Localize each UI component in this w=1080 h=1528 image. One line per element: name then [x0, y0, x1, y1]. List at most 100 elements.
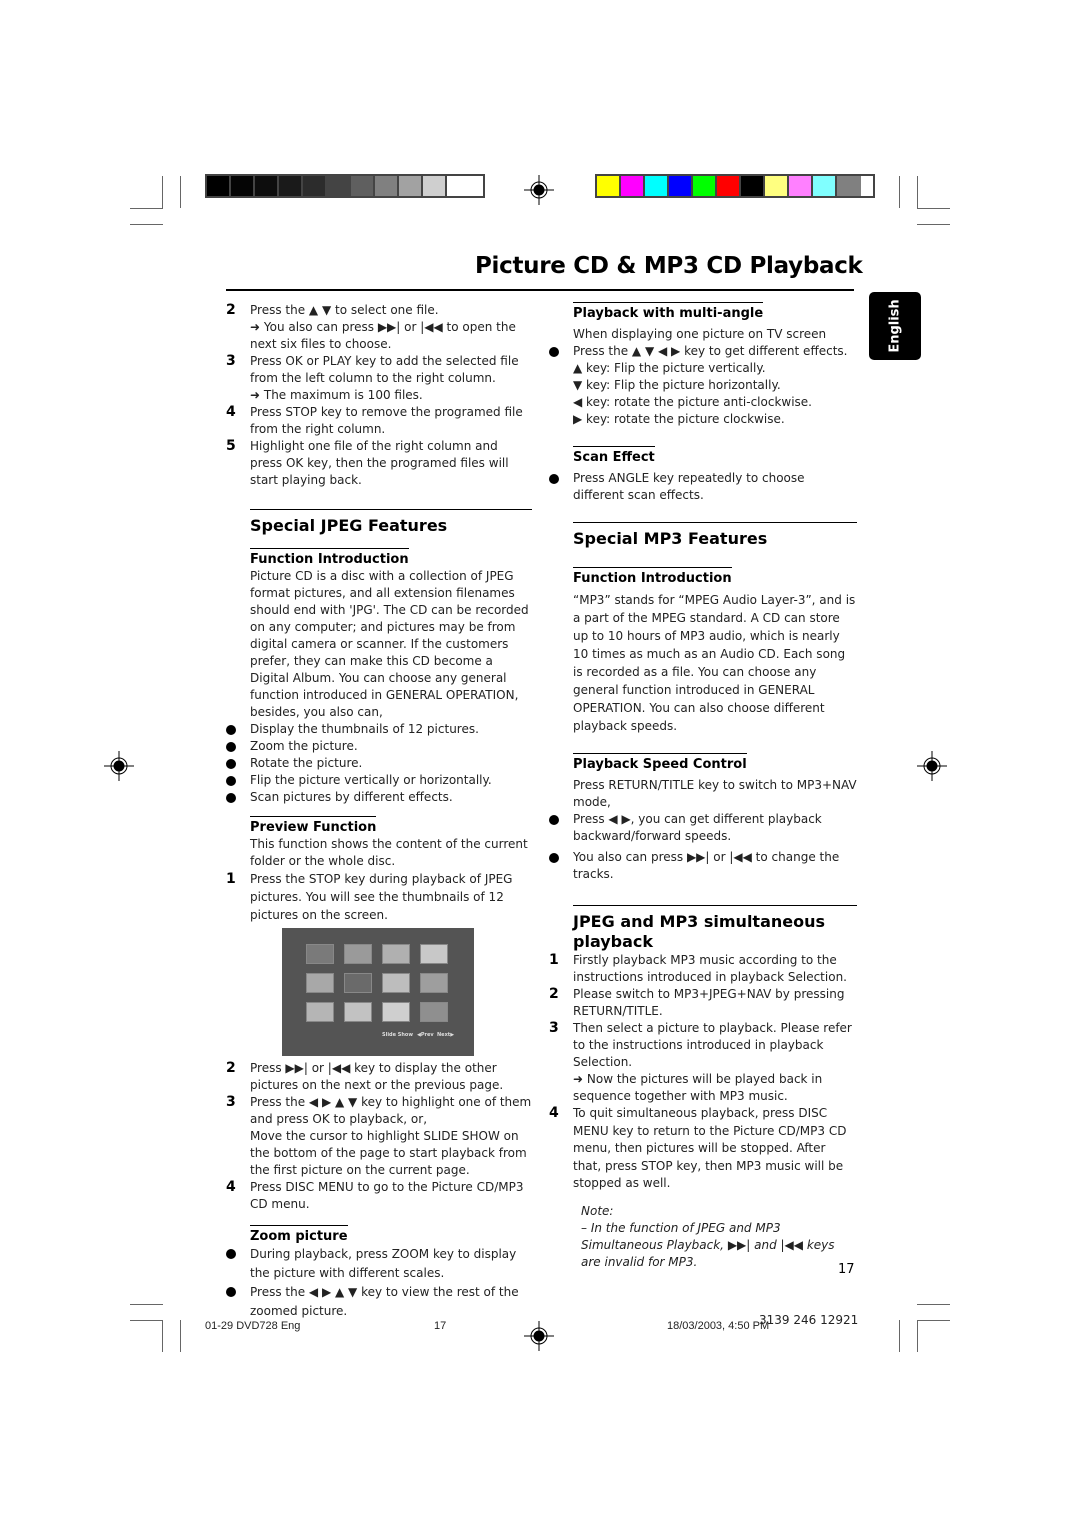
step-number: 1: [226, 871, 236, 887]
step-item: 4 Press STOP key to remove the programed …: [226, 404, 532, 438]
note-text: – In the function of JPEG and MP3 Simult…: [581, 1220, 835, 1269]
section-heading-jpeg: Special JPEG Features: [250, 509, 532, 536]
bullet-icon: [549, 853, 559, 863]
color-swatch: [669, 176, 693, 196]
step-text: Press the ▲ ▼ to select one file.: [250, 303, 439, 317]
step-text: Highlight one file of the right column a…: [250, 439, 509, 487]
crop-mark: [917, 1304, 950, 1305]
bullet-icon: [226, 742, 236, 752]
bullet-text: Scan pictures by different effects.: [250, 790, 453, 804]
step-text: Press the STOP key during playback of JP…: [250, 872, 513, 922]
registration-target-icon: [917, 751, 947, 781]
step-text: To quit simultaneous playback, press DIS…: [573, 1106, 847, 1190]
step-number: 1: [549, 952, 559, 968]
bullet-item: Press the ▲ ▼ ◀ ▶ key to get different e…: [549, 343, 857, 360]
section-heading-mp3: Special MP3 Features: [573, 522, 857, 549]
color-swatch: [375, 176, 399, 196]
crop-mark: [162, 176, 163, 208]
color-swatch: [645, 176, 669, 196]
subheading-preview: Preview Function: [250, 816, 377, 836]
step-number: 3: [549, 1020, 559, 1036]
step-number: 4: [549, 1105, 559, 1121]
bullet-text: During playback, press ZOOM key to displ…: [250, 1247, 517, 1280]
preview-text: This function shows the content of the c…: [250, 837, 528, 868]
bullet-icon: [549, 474, 559, 484]
bullet-item: Flip the picture vertically or horizonta…: [226, 772, 532, 789]
crop-mark: [180, 1320, 181, 1352]
color-calibration-strip: [595, 174, 875, 198]
step-item: 2 Please switch to MP3+JPEG+NAV by pressi…: [549, 986, 857, 1020]
bullet-item: You also can press ▶▶| or |◀◀ to change …: [549, 849, 857, 883]
page-title: Picture CD & MP3 CD Playback: [475, 253, 863, 279]
bullet-text: Flip the picture vertically or horizonta…: [250, 773, 492, 787]
bullet-icon: [549, 347, 559, 357]
step-text: Press STOP key to remove the programed f…: [250, 405, 523, 436]
crop-mark: [180, 176, 181, 208]
step-item: 4 To quit simultaneous playback, press DI…: [549, 1105, 857, 1193]
slide-show-label: Slide Show: [382, 1032, 413, 1038]
bullet-item: Display the thumbnails of 12 pictures.: [226, 721, 532, 738]
crop-mark: [162, 1320, 163, 1352]
step-text: Firstly playback MP3 music according to …: [573, 953, 847, 984]
color-swatch: [789, 176, 813, 196]
right-column: Playback with multi-angle When displayin…: [549, 302, 857, 1271]
color-swatch: [741, 176, 765, 196]
step-number: 4: [226, 1179, 236, 1195]
next-label: Next▶: [437, 1032, 455, 1038]
key-description: ▼ key: Flip the picture horizontally.: [573, 378, 781, 392]
page-number: 17: [838, 1262, 855, 1277]
thumbnail: [306, 1002, 334, 1022]
color-swatch: [255, 176, 279, 196]
key-description: ◀ key: rotate the picture anti-clockwise…: [573, 395, 812, 409]
color-swatch: [207, 176, 231, 196]
bullet-text: Press ◀ ▶, you can get different playbac…: [573, 812, 822, 843]
bullet-item: Scan pictures by different effects.: [226, 789, 532, 806]
color-swatch: [303, 176, 327, 196]
step-item: 2 Press the ▲ ▼ to select one file. ➜ You …: [226, 302, 532, 353]
bullet-item: Zoom the picture.: [226, 738, 532, 755]
bullet-item: Press ANGLE key repeatedly to choose dif…: [549, 470, 857, 504]
color-swatch: [717, 176, 741, 196]
subheading-function-intro: Function Introduction: [250, 548, 409, 568]
bullet-text: You also can press ▶▶| or |◀◀ to change …: [573, 850, 840, 881]
footer-filename: 01-29 DVD728 Eng: [205, 1320, 301, 1332]
crop-mark: [130, 224, 163, 225]
bullet-text: Press ANGLE key repeatedly to choose dif…: [573, 471, 805, 502]
color-swatch: [765, 176, 789, 196]
color-swatch: [423, 176, 447, 196]
grayscale-calibration-strip: [205, 174, 485, 198]
step-number: 3: [226, 1094, 236, 1110]
language-label: English: [887, 299, 903, 353]
bullet-item: During playback, press ZOOM key to displ…: [226, 1245, 532, 1283]
crop-mark: [130, 208, 163, 209]
thumbnail: [420, 944, 448, 964]
color-swatch: [813, 176, 837, 196]
function-intro-text: Picture CD is a disc with a collection o…: [250, 569, 529, 719]
step-text: Please switch to MP3+JPEG+NAV by pressin…: [573, 987, 845, 1018]
step-note: ➜ You also can press ▶▶| or |◀◀ to open …: [250, 320, 516, 351]
bullet-icon: [226, 1287, 236, 1297]
color-swatch: [327, 176, 351, 196]
prev-label: ◀Prev: [417, 1032, 434, 1038]
step-extra: Move the cursor to highlight SLIDE SHOW …: [250, 1129, 527, 1177]
bullet-text: Press the ▲ ▼ ◀ ▶ key to get different e…: [573, 344, 848, 358]
thumbnail: [344, 973, 372, 993]
color-swatch: [447, 176, 471, 196]
key-description: ▶ key: rotate the picture clockwise.: [573, 412, 785, 426]
thumbnail: [382, 1002, 410, 1022]
thumbnail: [344, 1002, 372, 1022]
bullet-icon: [226, 1249, 236, 1259]
footer-page: 17: [434, 1320, 447, 1332]
title-rule: [226, 289, 854, 291]
bullet-icon: [226, 759, 236, 769]
subheading-speed-control: Playback Speed Control: [573, 753, 747, 773]
step-item: 1 Press the STOP key during playback of J…: [226, 870, 532, 924]
bullet-text: Zoom the picture.: [250, 739, 358, 753]
color-swatch: [399, 176, 423, 196]
step-note: ➜ Now the pictures will be played back i…: [573, 1072, 823, 1103]
crop-mark: [130, 1304, 163, 1305]
step-number: 3: [226, 353, 236, 369]
step-number: 2: [226, 1060, 236, 1076]
thumbnail-screen-image: Slide Show ◀Prev Next▶: [282, 928, 474, 1056]
registration-target-icon: [104, 751, 134, 781]
